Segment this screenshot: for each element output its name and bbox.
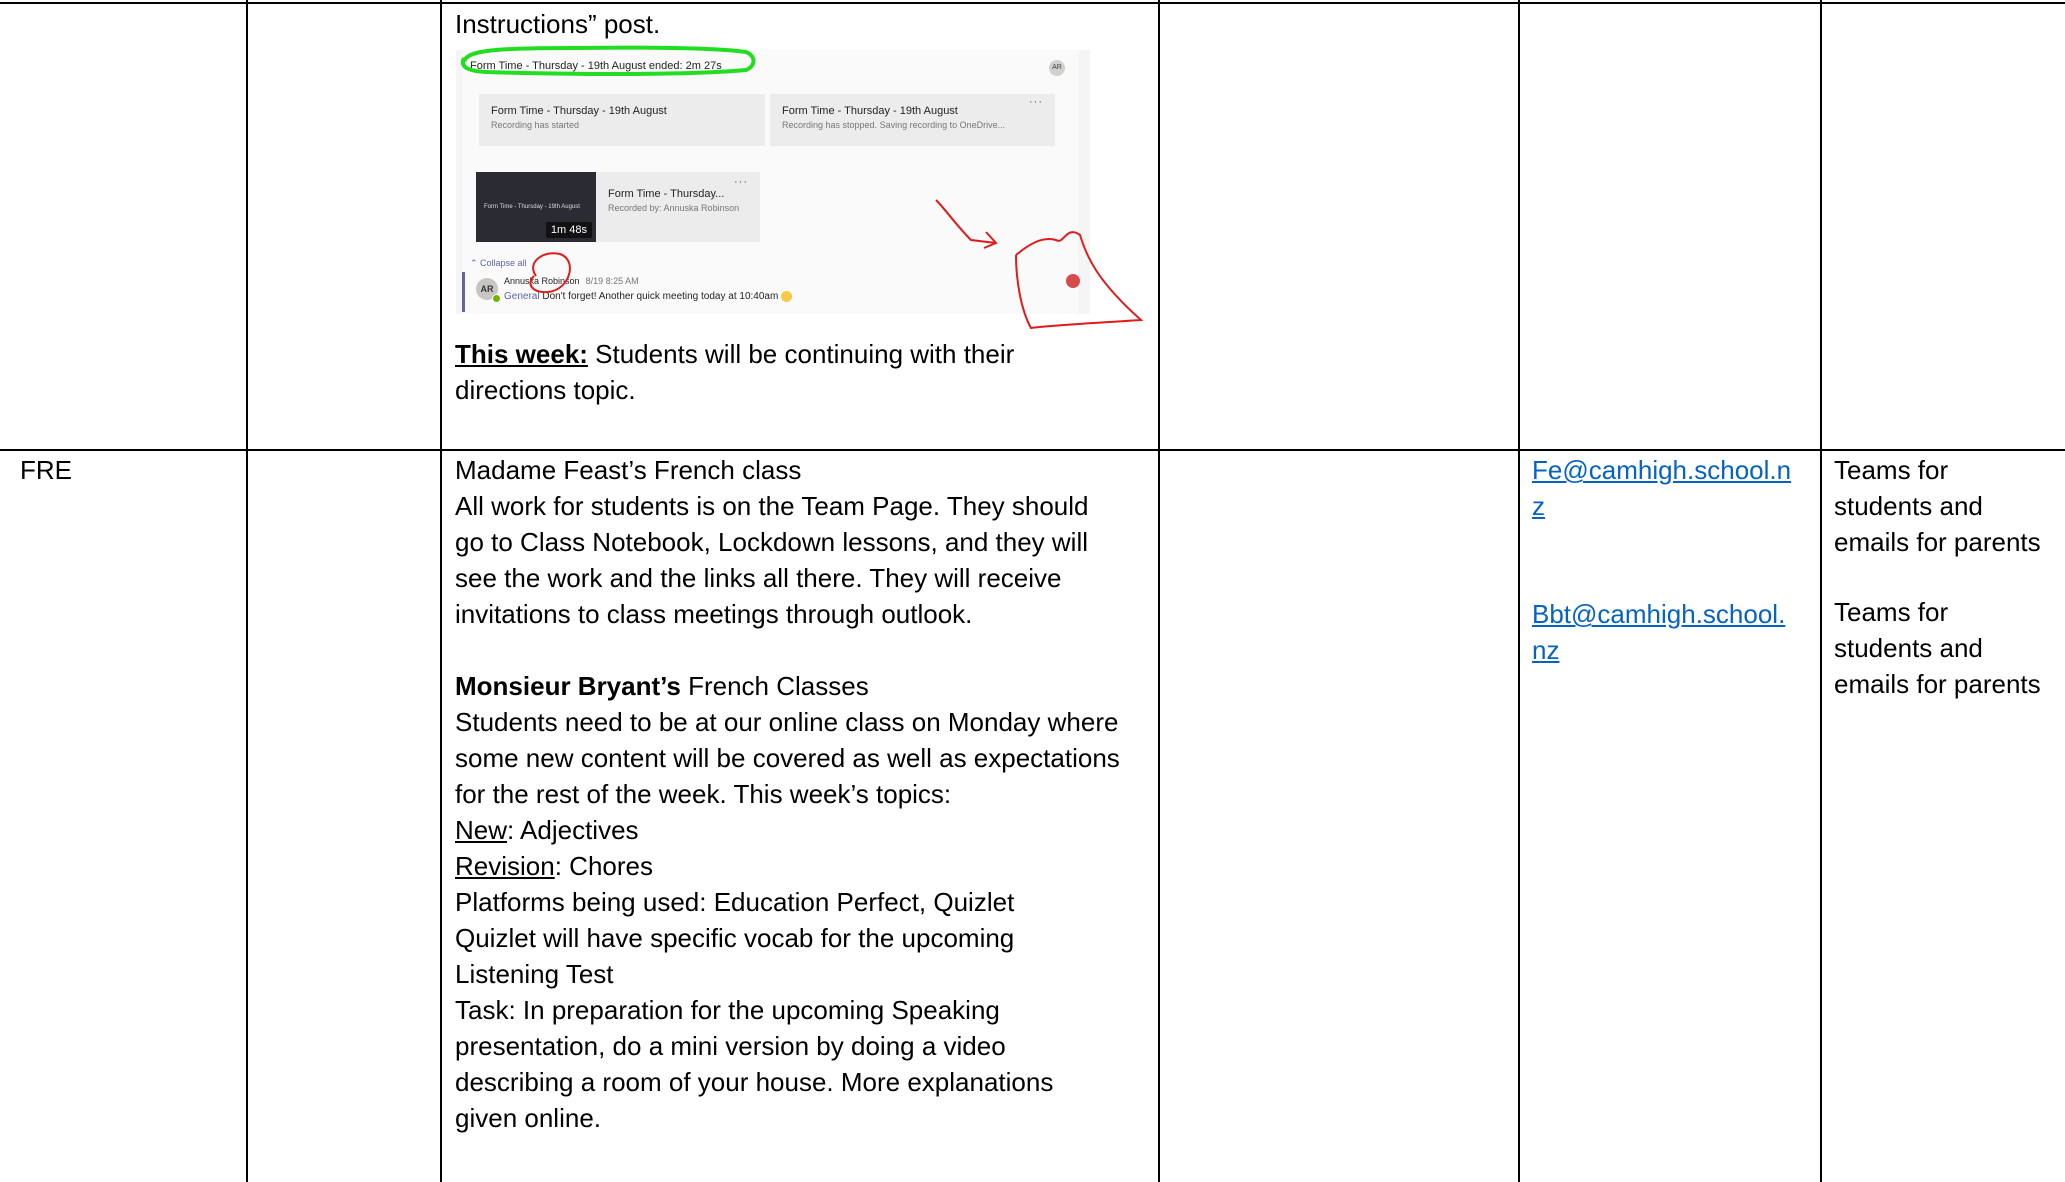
more-options-icon[interactable]: ··· (734, 176, 748, 188)
contact-line: emails for parents (1834, 527, 2041, 557)
email-link-feast[interactable]: z (1532, 491, 1545, 521)
feast-line: see the work and the links all there. Th… (455, 563, 1062, 593)
online-status-icon (492, 294, 501, 303)
email-link-bryant[interactable]: nz (1532, 635, 1559, 665)
channel-tag: General (504, 291, 540, 303)
contact-line: emails for parents (1834, 669, 2041, 699)
heading-rest: French Classes (680, 671, 869, 701)
recording-started-card: Form Time - Thursday - 19th August Recor… (479, 94, 765, 146)
document-page: Instructions” post. Form Time - Thursday… (0, 0, 2065, 1182)
detail-line: presentation, do a mini version by doing… (455, 1031, 1006, 1061)
feast-line: go to Class Notebook, Lockdown lessons, … (455, 527, 1089, 557)
sent-time: 8/19 8:25 AM (585, 276, 639, 286)
card-title: Form Time - Thursday - 19th August (782, 105, 958, 117)
more-options-icon[interactable]: ··· (1029, 96, 1043, 108)
detail-line: Listening Test (455, 959, 614, 989)
message-accent-bar (462, 272, 465, 312)
row-divider (0, 449, 2065, 451)
revision-value: : Chores (554, 851, 653, 881)
this-week-paragraph: This week: Students will be continuing w… (455, 336, 1014, 408)
this-week-text: Students will be continuing with their (587, 339, 1015, 369)
teams-screenshot: Form Time - Thursday - 19th August ended… (456, 50, 1090, 314)
contact-line: Teams for (1834, 597, 1949, 627)
detail-line: Platforms being used: Education Perfect,… (455, 887, 1015, 917)
card-title: Form Time - Thursday - 19th August (491, 105, 667, 117)
table-top-border (0, 2, 2065, 4)
column-divider (1518, 0, 1520, 1182)
recording-stopped-card: Form Time - Thursday - 19th August Recor… (770, 94, 1055, 146)
contact-line: Teams for (1834, 455, 1949, 485)
contact-line: students and (1834, 491, 1983, 521)
sender-name: Annuska Robinson (504, 276, 580, 286)
email-link-bryant[interactable]: Bbt@camhigh.school. (1532, 599, 1785, 629)
recording-duration: 1m 48s (545, 222, 592, 238)
contact-line: students and (1834, 633, 1983, 663)
detail-line: given online. (455, 1103, 601, 1133)
recording-thumbnail[interactable]: Form Time - Thursday - 19th August 1m 48… (476, 172, 596, 242)
this-week-label: This week: (455, 339, 588, 369)
bryant-line: some new content will be covered as well… (455, 743, 1120, 773)
feast-heading: Madame Feast’s French class (455, 455, 802, 485)
new-value: : Adjectives (507, 815, 639, 845)
email-link-feast[interactable]: Fe@camhigh.school.n (1532, 455, 1791, 485)
french-details: Madame Feast’s French class All work for… (455, 452, 1120, 1136)
teacher-name: Monsieur Bryant’s (455, 671, 681, 701)
contact-method: Teams for students and emails for parent… (1834, 452, 2041, 702)
detail-line: describing a room of your house. More ex… (455, 1067, 1054, 1097)
bryant-line: Students need to be at our online class … (455, 707, 1119, 737)
bryant-heading: Monsieur Bryant’s French Classes (455, 668, 1120, 704)
revision-topic: Revision: Chores (455, 848, 1120, 884)
teams-panel: Form Time - Thursday - 19th August ended… (462, 50, 1080, 314)
column-divider (1158, 0, 1160, 1182)
message-body: Don't forget! Another quick meeting toda… (542, 291, 779, 303)
feast-line: All work for students is on the Team Pag… (455, 491, 1089, 521)
reaction-icon[interactable] (1066, 274, 1080, 288)
card-title: Form Time - Thursday... (608, 188, 725, 200)
column-divider (1820, 0, 1822, 1182)
card-subtitle: Recording has stopped. Saving recording … (782, 120, 1006, 130)
detail-line: Quizlet will have specific vocab for the… (455, 923, 1015, 953)
card-subtitle: Recording has started (491, 120, 580, 130)
collapse-all-link[interactable]: ⌃ Collapse all (470, 258, 527, 269)
column-divider (440, 0, 442, 1182)
subject-label: FRE (20, 455, 72, 485)
meeting-ended-header: Form Time - Thursday - 19th August ended… (470, 60, 722, 72)
avatar: AR (1049, 60, 1065, 76)
card-subtitle: Recorded by: Annuska Robinson (608, 203, 740, 213)
new-label: New (455, 815, 508, 845)
column-divider (246, 0, 248, 1182)
email-contacts: Fe@camhigh.school.n z Bbt@camhigh.school… (1532, 452, 1791, 668)
bryant-line: for the rest of the week. This week’s to… (455, 779, 952, 809)
feast-line: invitations to class meetings through ou… (455, 599, 973, 629)
recording-card[interactable]: Form Time - Thursday... Recorded by: Ann… (596, 172, 760, 242)
message-text: General Don't forget! Another quick meet… (504, 291, 793, 303)
thumbnail-title: Form Time - Thursday - 19th August (484, 204, 580, 210)
instructions-tail: Instructions” post. (455, 9, 661, 39)
new-topic: New: Adjectives (455, 812, 1120, 848)
smiley-emoji-icon (781, 291, 793, 302)
revision-label: Revision (455, 851, 555, 881)
detail-line: Task: In preparation for the upcoming Sp… (455, 995, 1000, 1025)
message-sender: Annuska Robinson 8/19 8:25 AM (504, 276, 639, 286)
this-week-text: directions topic. (455, 375, 636, 405)
